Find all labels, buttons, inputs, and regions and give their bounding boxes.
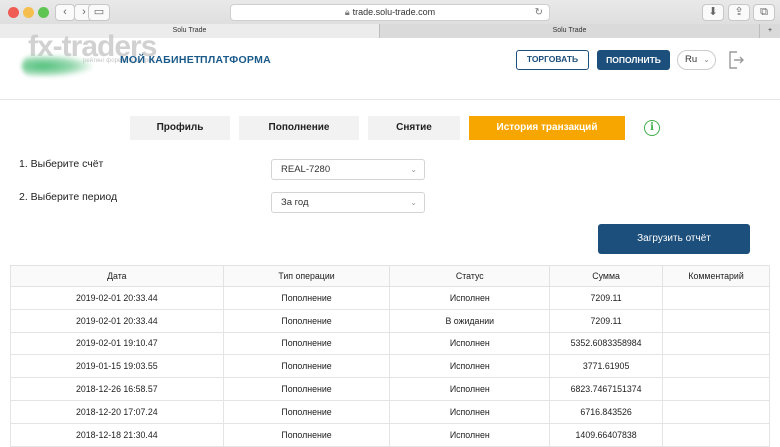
cell-type: Пополнение bbox=[222, 377, 391, 401]
cell-date: 2019-02-01 20:33.44 bbox=[10, 308, 224, 333]
cell-status: Исполнен bbox=[389, 331, 551, 356]
share-icon[interactable]: ⇪ bbox=[728, 4, 750, 21]
table-row: 2019-02-01 20:33.44 Пополнение Исполнен … bbox=[10, 286, 770, 310]
cell-comment bbox=[662, 331, 770, 356]
transactions-table: Дата Тип операции Статус Сумма Комментар… bbox=[10, 265, 770, 447]
minimize-window-button[interactable] bbox=[23, 7, 34, 18]
nav-platform[interactable]: ПЛАТФОРМА bbox=[200, 54, 271, 66]
back-button[interactable]: ‹ bbox=[55, 4, 75, 21]
table-row: 2019-02-01 19:10.47 Пополнение Исполнен … bbox=[10, 331, 770, 356]
column-header-status: Статус bbox=[389, 265, 551, 287]
cell-status: Исполнен bbox=[389, 286, 551, 310]
cell-date: 2019-02-01 20:33.44 bbox=[10, 286, 224, 310]
tab-transaction-history[interactable]: История транзакций bbox=[469, 116, 625, 140]
info-icon[interactable]: i bbox=[644, 120, 660, 136]
account-select[interactable]: REAL-7280 ⌄ bbox=[271, 159, 425, 180]
reload-icon[interactable]: ↻ bbox=[535, 5, 543, 20]
site-logo[interactable] bbox=[22, 55, 92, 77]
cell-comment bbox=[662, 422, 770, 447]
tab-profile[interactable]: Профиль bbox=[130, 116, 230, 140]
account-value: REAL-7280 bbox=[281, 164, 331, 175]
header-divider bbox=[0, 99, 780, 100]
cell-status: Исполнен bbox=[389, 422, 551, 447]
downloads-icon[interactable]: ⬇ bbox=[702, 4, 724, 21]
cell-type: Пополнение bbox=[222, 399, 391, 424]
table-row: 2019-02-01 20:33.44 Пополнение В ожидани… bbox=[10, 308, 770, 333]
cell-status: В ожидании bbox=[389, 308, 551, 333]
cell-sum: 7209.11 bbox=[549, 286, 664, 310]
cell-date: 2018-12-18 21:30.44 bbox=[10, 422, 224, 447]
cell-sum: 3771.61905 bbox=[549, 354, 664, 379]
cell-type: Пополнение bbox=[222, 286, 391, 310]
cell-sum: 5352.6083358984 bbox=[549, 331, 664, 356]
new-tab-icon[interactable]: + bbox=[760, 24, 780, 38]
column-header-sum: Сумма bbox=[549, 265, 664, 287]
cell-date: 2019-02-01 19:10.47 bbox=[10, 331, 224, 356]
tab-deposit[interactable]: Пополнение bbox=[239, 116, 359, 140]
nav-my-cabinet[interactable]: МОЙ КАБИНЕТ bbox=[120, 54, 201, 66]
cell-comment bbox=[662, 354, 770, 379]
logout-icon[interactable] bbox=[728, 51, 744, 69]
column-header-type: Тип операции bbox=[222, 265, 391, 287]
trade-button[interactable]: ТОРГОВАТЬ bbox=[516, 50, 589, 70]
cell-sum: 6823.7467151374 bbox=[549, 377, 664, 401]
browser-tab[interactable]: Solu Trade bbox=[380, 24, 760, 38]
period-select[interactable]: За год ⌄ bbox=[271, 192, 425, 213]
table-row: 2019-01-15 19:03.55 Пополнение Исполнен … bbox=[10, 354, 770, 379]
period-value: За год bbox=[281, 197, 309, 208]
tabs-overview-icon[interactable]: ⧉ bbox=[753, 4, 775, 21]
lock-icon: 🔒︎ bbox=[344, 7, 350, 17]
cell-date: 2019-01-15 19:03.55 bbox=[10, 354, 224, 379]
tab-withdraw[interactable]: Снятие bbox=[368, 116, 460, 140]
zoom-window-button[interactable] bbox=[38, 7, 49, 18]
chevron-down-icon: ⌄ bbox=[410, 165, 417, 174]
chevron-down-icon: ⌄ bbox=[703, 55, 710, 64]
cell-comment bbox=[662, 308, 770, 333]
cell-comment bbox=[662, 399, 770, 424]
table-row: 2018-12-20 17:07.24 Пополнение Исполнен … bbox=[10, 399, 770, 424]
cell-sum: 1409.66407838 bbox=[549, 422, 664, 447]
account-label: 1. Выберите счёт bbox=[19, 158, 104, 170]
download-report-button[interactable]: Загрузить отчёт bbox=[598, 224, 750, 254]
deposit-button[interactable]: ПОПОЛНИТЬ bbox=[597, 50, 670, 70]
cell-type: Пополнение bbox=[222, 308, 391, 333]
cell-status: Исполнен bbox=[389, 399, 551, 424]
column-header-comment: Комментарий bbox=[662, 265, 770, 287]
table-row: 2018-12-26 16:58.57 Пополнение Исполнен … bbox=[10, 377, 770, 401]
cell-date: 2018-12-26 16:58.57 bbox=[10, 377, 224, 401]
url-text: trade.solu-trade.com bbox=[352, 7, 436, 17]
cell-type: Пополнение bbox=[222, 354, 391, 379]
sidebar-icon[interactable]: ▭ bbox=[88, 4, 110, 21]
cell-type: Пополнение bbox=[222, 331, 391, 356]
cell-sum: 6716.843526 bbox=[549, 399, 664, 424]
period-label: 2. Выберите период bbox=[19, 191, 118, 203]
cell-comment bbox=[662, 286, 770, 310]
chevron-down-icon: ⌄ bbox=[410, 198, 417, 207]
cell-date: 2018-12-20 17:07.24 bbox=[10, 399, 224, 424]
column-header-date: Дата bbox=[10, 265, 224, 287]
language-value: Ru bbox=[685, 54, 698, 65]
address-bar[interactable]: 🔒︎ trade.solu-trade.com ↻ bbox=[230, 4, 550, 21]
cell-status: Исполнен bbox=[389, 354, 551, 379]
table-row: 2018-12-18 21:30.44 Пополнение Исполнен … bbox=[10, 422, 770, 447]
cell-status: Исполнен bbox=[389, 377, 551, 401]
table-header-row: Дата Тип операции Статус Сумма Комментар… bbox=[10, 265, 770, 287]
cell-comment bbox=[662, 377, 770, 401]
close-window-button[interactable] bbox=[8, 7, 19, 18]
language-select[interactable]: Ru ⌄ bbox=[677, 50, 716, 70]
cell-sum: 7209.11 bbox=[549, 308, 664, 333]
cell-type: Пополнение bbox=[222, 422, 391, 447]
